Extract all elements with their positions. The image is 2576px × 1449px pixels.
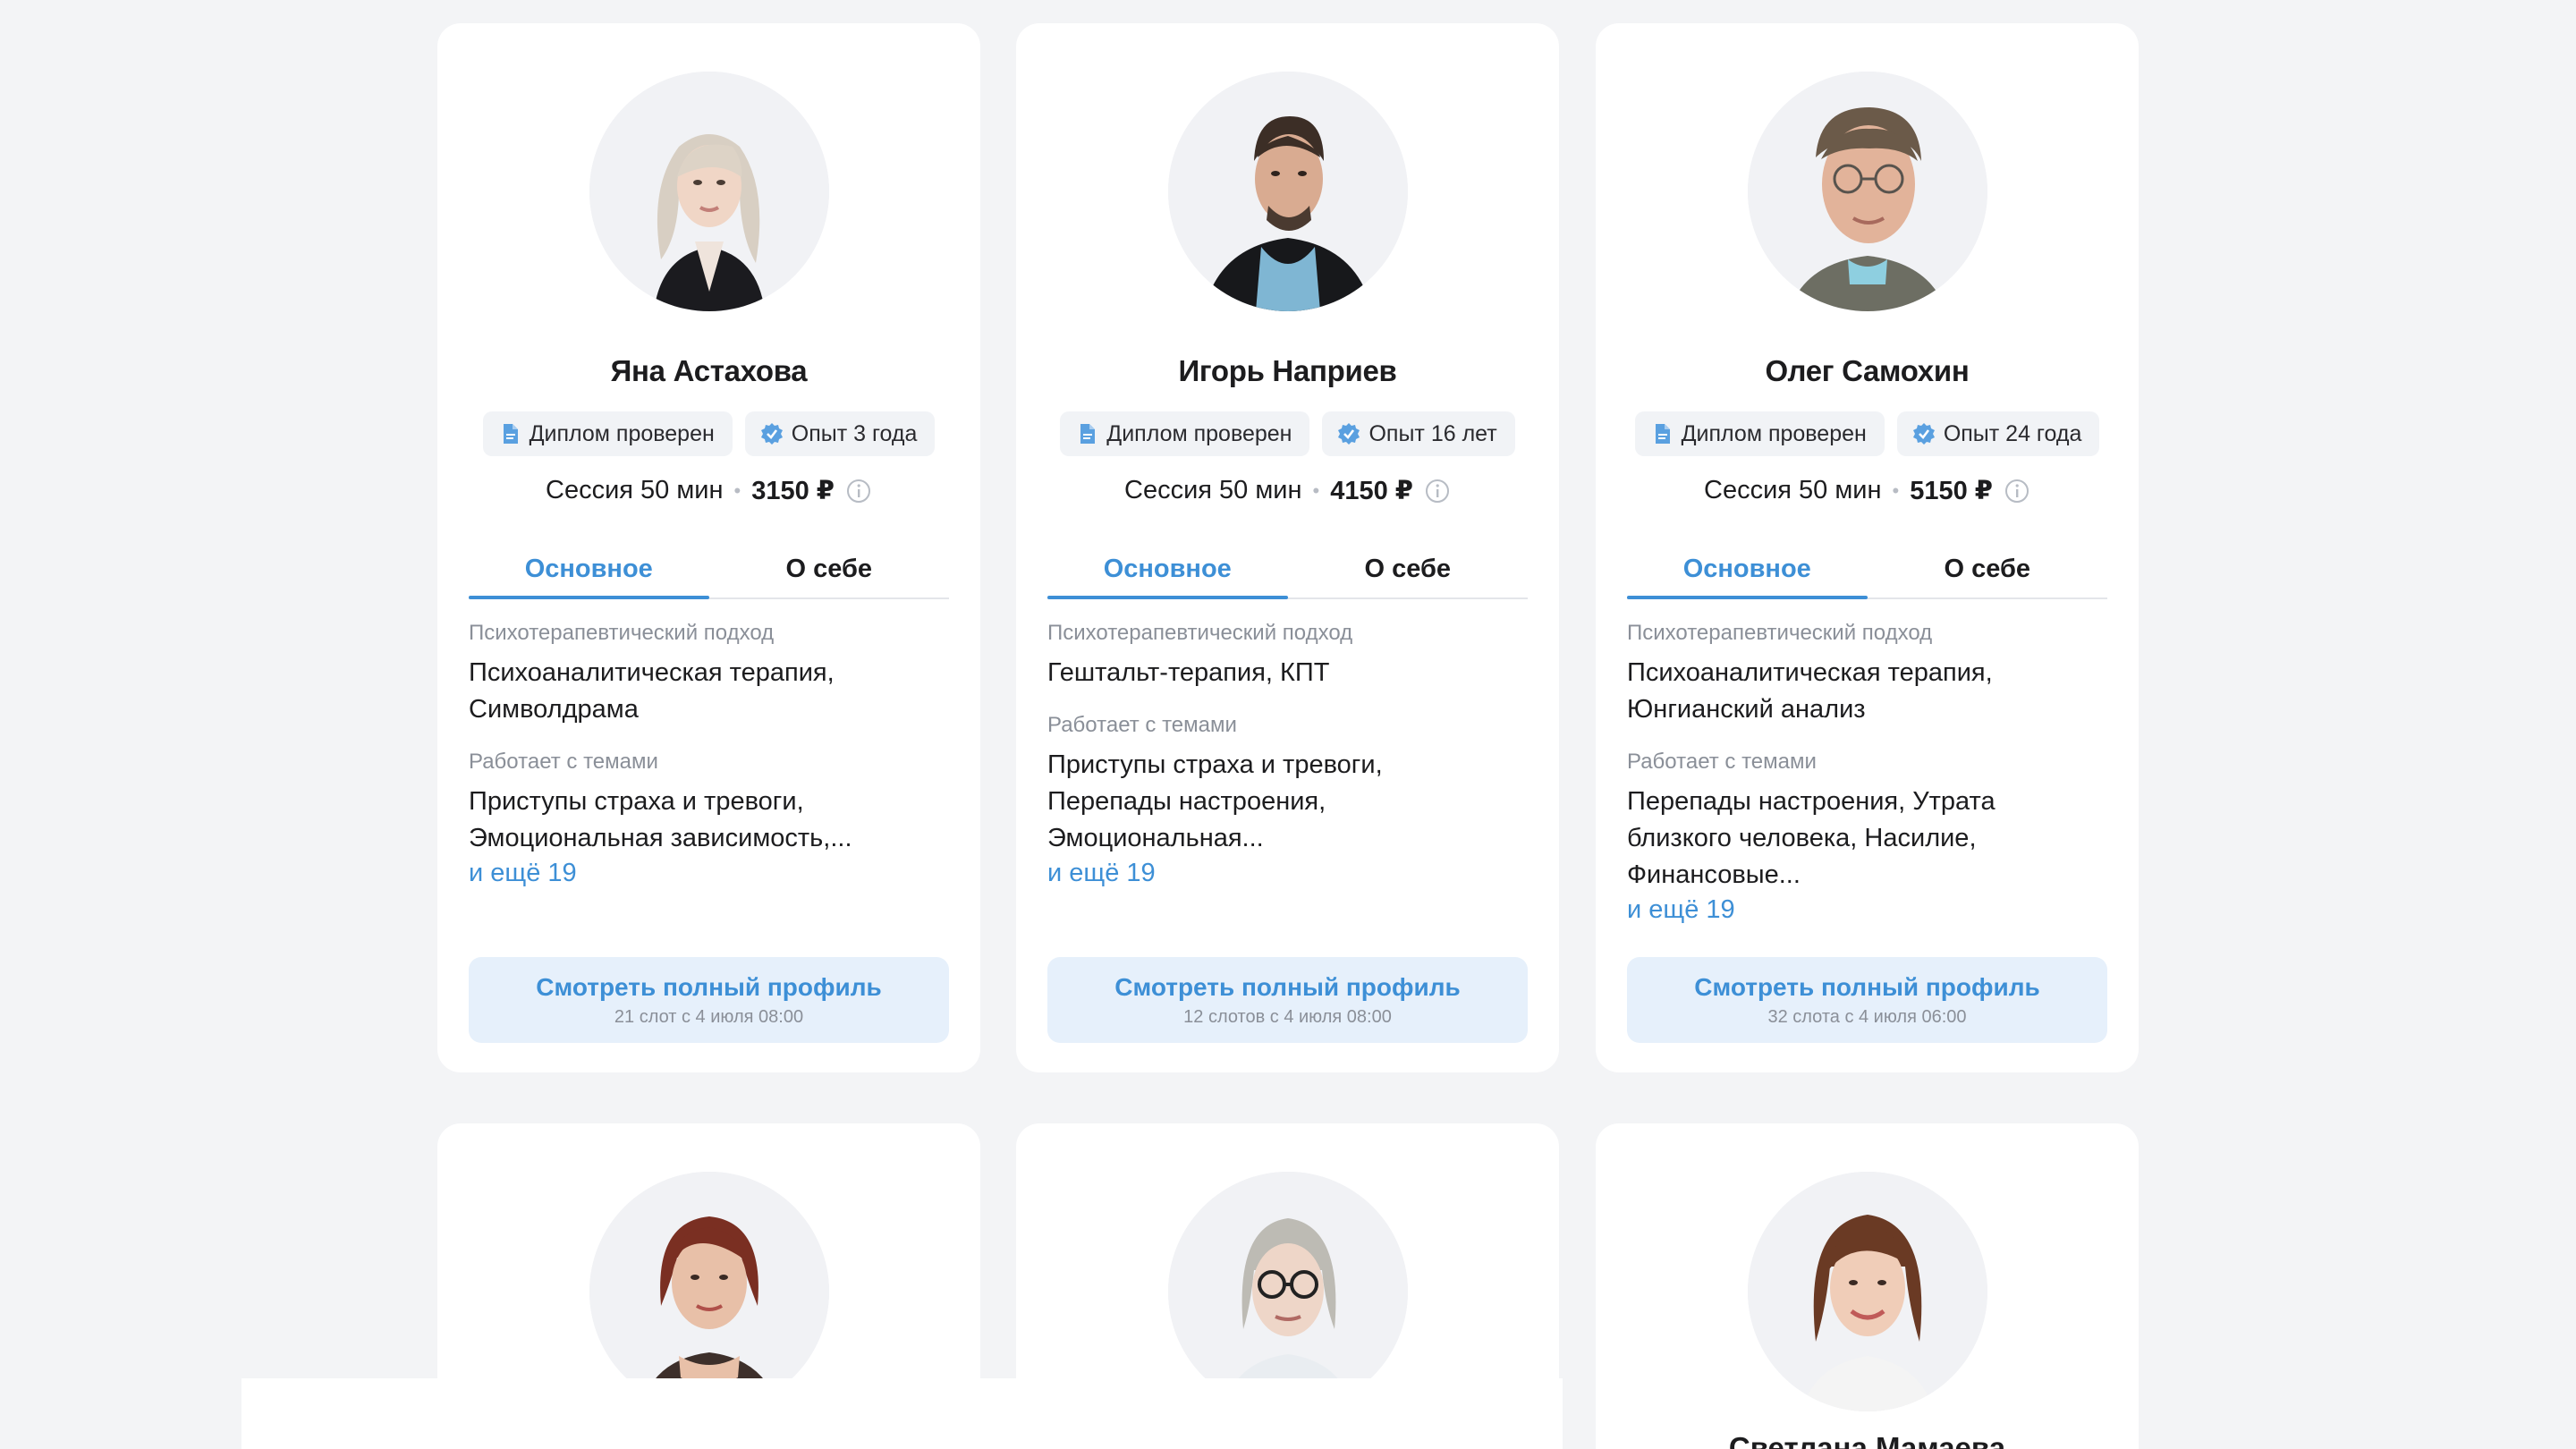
experience-badge: Опыт 3 года <box>744 411 936 456</box>
badges: Диплом проверен Опыт 24 года <box>1596 411 2139 456</box>
info-icon[interactable] <box>2004 478 2030 504</box>
available-slots: 32 слота с 4 июля 06:00 <box>1767 1006 1967 1027</box>
specialist-details: Психотерапевтический подход Психоаналити… <box>1627 621 2107 925</box>
specialist-card[interactable]: Светлана Мамаева <box>1596 1123 2139 1449</box>
session-info: Сессия 50 мин • 4150 ₽ <box>1016 475 1559 506</box>
specialist-name: Светлана Мамаева <box>1728 1431 2006 1449</box>
diploma-badge: Диплом проверен <box>482 411 733 456</box>
more-topics-link[interactable]: и ещё 19 <box>1047 859 1528 888</box>
avatar <box>1747 1172 1987 1411</box>
experience-badge: Опыт 16 лет <box>1322 411 1515 456</box>
specialist-card[interactable]: Игорь Наприев Диплом проверен Опыт 16 ле… <box>1016 23 1559 1072</box>
verified-badge-icon <box>1912 423 1935 445</box>
profile-tabs: Основное О себе <box>469 540 949 599</box>
specialist-details: Психотерапевтический подход Гештальт-тер… <box>1047 621 1528 888</box>
available-slots: 21 слот с 4 июля 08:00 <box>614 1006 804 1027</box>
specialist-card[interactable]: Олег Самохин Диплом проверен Опыт 24 год… <box>1596 23 2139 1072</box>
psychologist-catalog: Яна Астахова Диплом проверен Опыт 3 года… <box>0 0 2576 1449</box>
view-profile-button[interactable]: Смотреть полный профиль 32 слота с 4 июл… <box>1627 957 2107 1043</box>
view-profile-button[interactable]: Смотреть полный профиль 21 слот с 4 июля… <box>469 957 949 1043</box>
specialist-card[interactable]: Яна Астахова Диплом проверен Опыт 3 года… <box>437 23 980 1072</box>
approach-value: Психоаналитическая терапия, Символдрама <box>469 658 835 724</box>
available-slots: 12 слотов с 4 июля 08:00 <box>1183 1006 1392 1027</box>
diploma-badge: Диплом проверен <box>1634 411 1885 456</box>
avatar <box>589 1172 829 1411</box>
experience-badge: Опыт 24 года <box>1896 411 2100 456</box>
info-icon[interactable] <box>845 478 872 504</box>
approach-value: Психоаналитическая терапия, Юнгианский а… <box>1627 658 1993 724</box>
specialist-name: Олег Самохин <box>1765 354 1970 387</box>
session-info: Сессия 50 мин • 5150 ₽ <box>1596 475 2139 506</box>
profile-tabs: Основное О себе <box>1047 540 1528 599</box>
approach-value: Гештальт-терапия, КПТ <box>1047 658 1330 687</box>
document-icon <box>503 424 518 444</box>
tab-about[interactable]: О себе <box>1288 540 1529 597</box>
badges: Диплом проверен Опыт 16 лет <box>1016 411 1559 456</box>
document-icon <box>1080 424 1096 444</box>
more-topics-link[interactable]: и ещё 19 <box>1627 895 2107 925</box>
tab-main[interactable]: Основное <box>1627 540 1868 599</box>
session-price: 5150 ₽ <box>1910 477 1993 505</box>
info-icon[interactable] <box>1424 478 1451 504</box>
session-price: 4150 ₽ <box>1330 477 1413 505</box>
bottom-overlay-panel <box>242 1378 1563 1449</box>
tab-about[interactable]: О себе <box>709 540 950 597</box>
badges: Диплом проверен Опыт 3 года <box>437 411 980 456</box>
view-profile-button[interactable]: Смотреть полный профиль 12 слотов с 4 ию… <box>1047 957 1528 1043</box>
profile-tabs: Основное О себе <box>1627 540 2107 599</box>
more-topics-link[interactable]: и ещё 19 <box>469 859 949 888</box>
tab-main[interactable]: Основное <box>469 540 709 599</box>
topics-value: Приступы страха и тревоги, Эмоциональная… <box>469 787 852 852</box>
verified-badge-icon <box>1338 423 1360 445</box>
specialist-name: Игорь Наприев <box>1178 354 1397 387</box>
avatar <box>1747 72 1987 311</box>
topics-value: Перепады настроения, Утрата близкого чел… <box>1627 787 1996 889</box>
tab-main[interactable]: Основное <box>1047 540 1288 599</box>
verified-badge-icon <box>760 423 783 445</box>
tab-about[interactable]: О себе <box>1868 540 2108 597</box>
session-info: Сессия 50 мин • 3150 ₽ <box>437 475 980 506</box>
topics-value: Приступы страха и тревоги, Перепады наст… <box>1047 750 1383 852</box>
specialist-name: Яна Астахова <box>610 354 808 387</box>
specialist-details: Психотерапевтический подход Психоаналити… <box>469 621 949 888</box>
avatar <box>1167 72 1408 311</box>
diploma-badge: Диплом проверен <box>1060 411 1310 456</box>
session-price: 3150 ₽ <box>751 477 835 505</box>
avatar <box>1167 1172 1408 1411</box>
avatar <box>589 72 829 311</box>
document-icon <box>1655 424 1670 444</box>
